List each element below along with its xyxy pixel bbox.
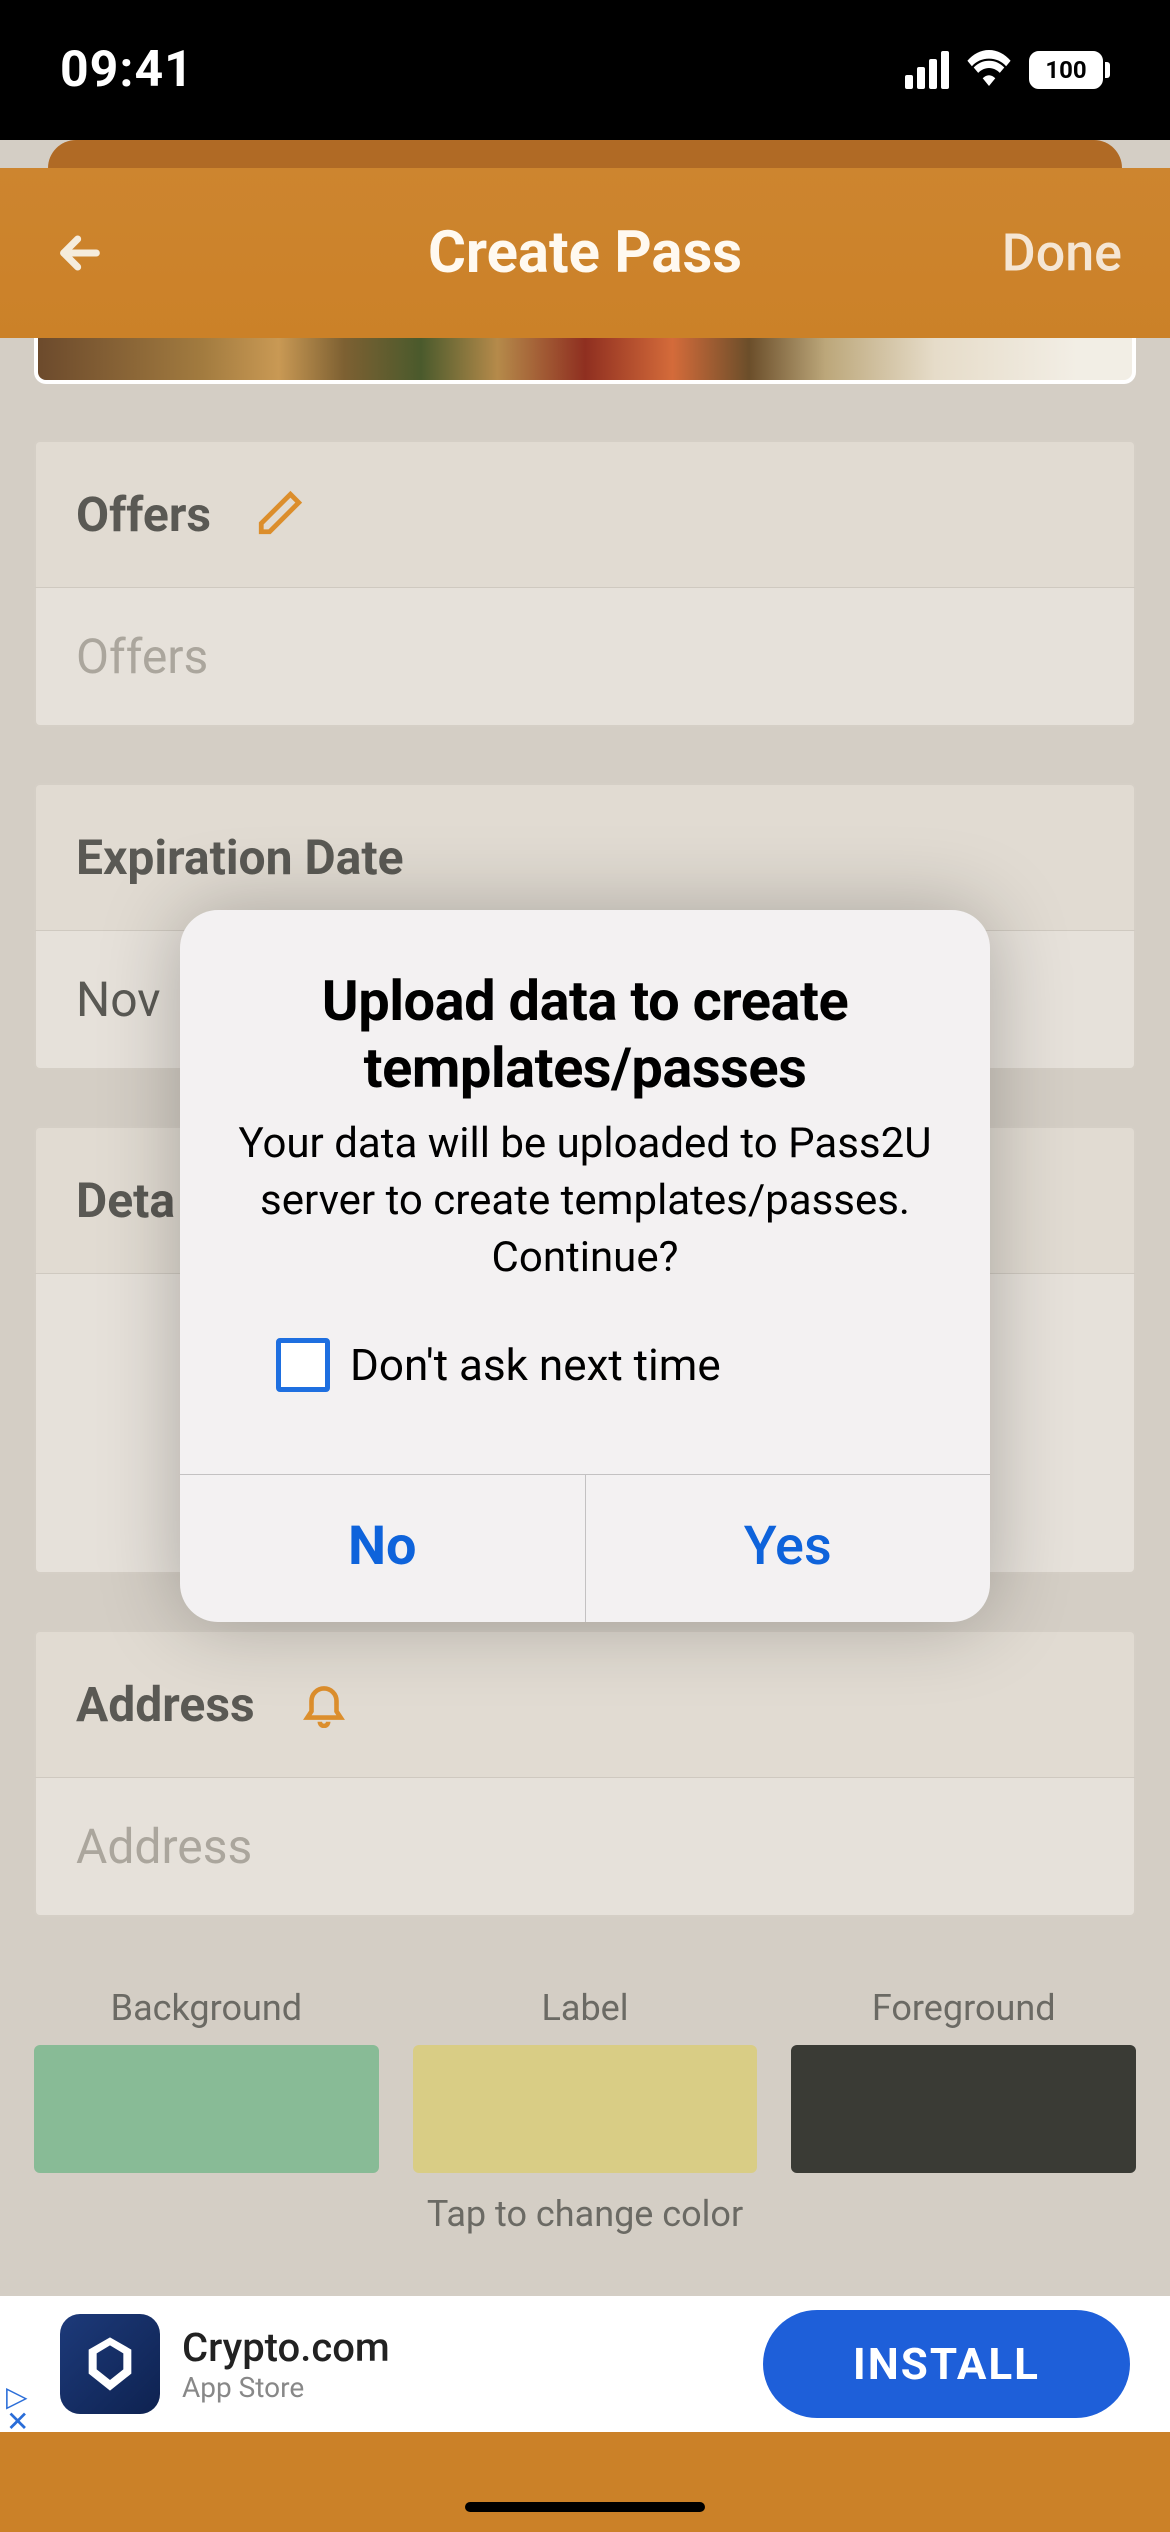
alert-checkbox-row[interactable]: Don't ask next time bbox=[228, 1338, 942, 1392]
upload-alert: Upload data to create templates/passes Y… bbox=[180, 910, 990, 1622]
alert-title: Upload data to create templates/passes bbox=[228, 968, 942, 1102]
dont-ask-checkbox[interactable] bbox=[276, 1338, 330, 1392]
alert-yes-button[interactable]: Yes bbox=[586, 1475, 991, 1622]
alert-backdrop: Upload data to create templates/passes Y… bbox=[0, 0, 1170, 2532]
alert-message: Your data will be uploaded to Pass2U ser… bbox=[228, 1116, 942, 1286]
dont-ask-label: Don't ask next time bbox=[350, 1339, 721, 1391]
alert-no-button[interactable]: No bbox=[180, 1475, 586, 1622]
alert-buttons: No Yes bbox=[180, 1474, 990, 1622]
